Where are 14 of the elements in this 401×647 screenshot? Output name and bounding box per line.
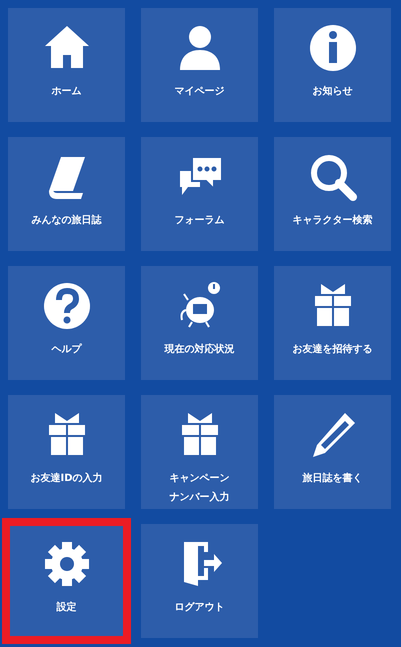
menu-tile[interactable]: ヘルプ xyxy=(8,266,125,380)
menu-tile[interactable]: 旅日誌を書く xyxy=(274,395,391,509)
menu-tile[interactable]: キャラクター検索 xyxy=(274,137,391,251)
menu-tile[interactable]: お友達を招待する xyxy=(274,266,391,380)
menu-tile[interactable]: お友達IDの入力 xyxy=(8,395,125,509)
menu-tile[interactable]: みんなの旅日誌 xyxy=(8,137,125,251)
menu-tile[interactable]: 現在の対応状況 xyxy=(141,266,258,380)
menu-tile[interactable]: フォーラム xyxy=(141,137,258,251)
menu-tile[interactable]: 設定 xyxy=(8,524,125,638)
menu-tile[interactable]: キャンペーン ナンバー入力 xyxy=(141,395,258,509)
menu-tile[interactable]: ログアウト xyxy=(141,524,258,638)
menu-tile[interactable]: お知らせ xyxy=(274,8,391,122)
menu-tile[interactable]: ホーム xyxy=(8,8,125,122)
menu-tile[interactable]: マイページ xyxy=(141,8,258,122)
